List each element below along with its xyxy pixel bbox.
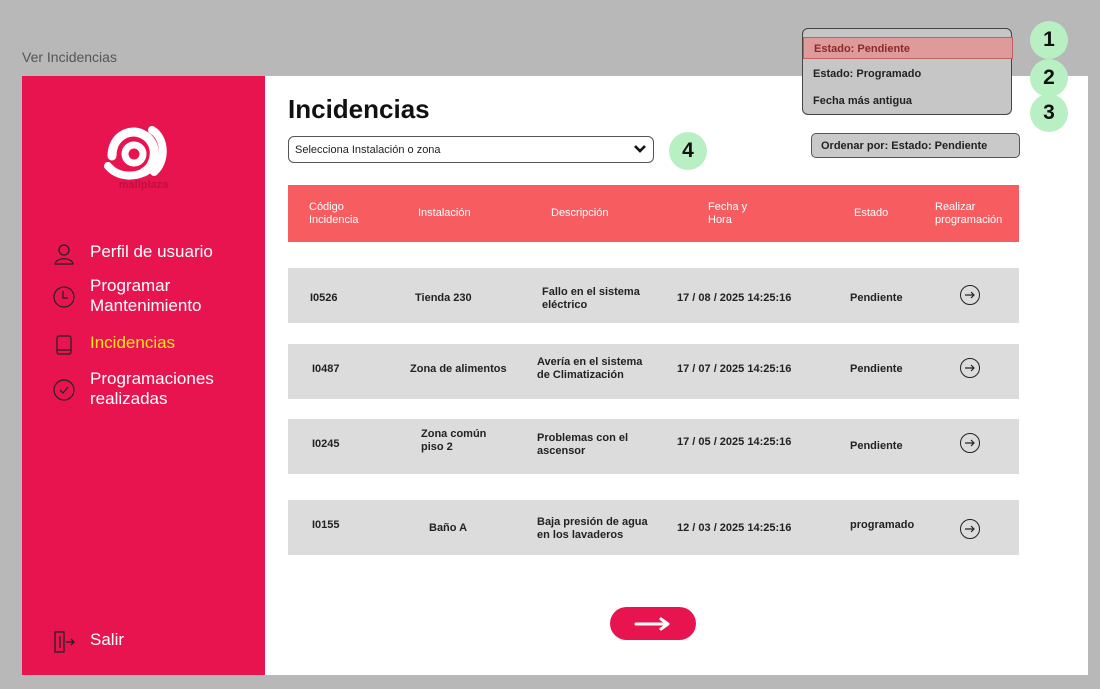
schedule-arrow-button[interactable] xyxy=(960,358,980,378)
tablet-icon xyxy=(52,333,76,357)
sidebar-item-label: Perfil de usuario xyxy=(90,242,213,261)
user-icon xyxy=(52,242,76,266)
cell-description: Avería en el sistema de Climatización xyxy=(537,356,643,381)
sidebar-item-label: Incidencias xyxy=(90,333,176,352)
next-page-button[interactable] xyxy=(610,607,696,640)
cell-code: I0155 xyxy=(312,519,340,531)
cell-code: I0487 xyxy=(312,363,340,375)
arrow-right-icon xyxy=(634,617,670,630)
sidebar-item-programar[interactable]: Programar Mantenimiento xyxy=(52,276,250,316)
cell-installation: Zona de alimentos xyxy=(410,363,507,375)
cell-datetime: 12 / 03 / 2025 14:25:16 xyxy=(677,522,792,534)
sidebar-item-label: Programar Mantenimiento xyxy=(90,276,202,315)
cell-code: I0526 xyxy=(310,292,338,304)
logout-label: Salir xyxy=(90,630,125,649)
cell-status: Pendiente xyxy=(850,292,903,304)
arrow-right-icon xyxy=(965,291,975,299)
sort-option-fecha[interactable]: Fecha más antigua xyxy=(803,90,1013,112)
table-header: Código Incidencia Instalación Descripció… xyxy=(288,185,1019,242)
cell-datetime: 17 / 05 / 2025 14:25:16 xyxy=(677,436,792,448)
cell-installation: Zona común piso 2 xyxy=(421,428,487,453)
sidebar-item-incidencias[interactable]: Incidencias xyxy=(52,333,175,357)
column-header-programacion: Realizar programación xyxy=(935,201,1003,226)
cell-datetime: 17 / 07 / 2025 14:25:16 xyxy=(677,363,792,375)
sidebar-item-programaciones[interactable]: Programaciones realizadas xyxy=(52,369,250,409)
table-row: I0245 Zona común piso 2 Problemas con el… xyxy=(288,419,1019,474)
clock-icon xyxy=(52,285,76,309)
column-header-estado: Estado xyxy=(854,207,889,219)
schedule-arrow-button[interactable] xyxy=(960,433,980,453)
arrow-right-icon xyxy=(965,525,975,533)
arrow-right-icon xyxy=(965,439,975,447)
cell-datetime: 17 / 08 / 2025 14:25:16 xyxy=(677,292,792,304)
table-row: I0526 Tienda 230 Fallo en el sistema elé… xyxy=(288,268,1019,323)
callout-badge-3: 3 xyxy=(1030,94,1068,132)
column-header-descripcion: Descripción xyxy=(551,207,609,219)
sidebar-item-label: Programaciones realizadas xyxy=(90,369,214,408)
logout-button[interactable]: Salir xyxy=(52,630,124,654)
cell-installation: Tienda 230 xyxy=(415,292,472,304)
window-title: Ver Incidencias xyxy=(22,49,117,65)
logout-icon xyxy=(52,630,76,654)
table-row: I0155 Baño A Baja presión de agua en los… xyxy=(288,500,1019,555)
column-header-codigo: Código Incidencia xyxy=(309,201,359,226)
sidebar-item-perfil[interactable]: Perfil de usuario xyxy=(52,242,213,266)
callout-badge-1: 1 xyxy=(1030,21,1068,59)
sort-option-programado[interactable]: Estado: Programado xyxy=(803,63,1013,85)
cell-description: Baja presión de agua en los lavaderos xyxy=(537,516,648,541)
brand-name: mallplaza xyxy=(118,179,169,191)
schedule-arrow-button[interactable] xyxy=(960,285,980,305)
cell-status: Pendiente xyxy=(850,440,903,452)
column-header-fecha: Fecha y Hora xyxy=(708,201,748,226)
callout-badge-4: 4 xyxy=(669,132,707,170)
sidebar: mallplaza Perfil de usuario Programar Ma… xyxy=(22,76,265,675)
installation-select[interactable]: Selecciona Instalación o zona xyxy=(288,136,654,163)
page-title: Incidencias xyxy=(288,94,430,124)
cell-status: Pendiente xyxy=(850,363,903,375)
check-circle-icon xyxy=(52,378,76,402)
table-row: I0487 Zona de alimentos Avería en el sis… xyxy=(288,344,1019,399)
cell-description: Problemas con el ascensor xyxy=(537,432,629,457)
sort-dropdown-menu: Estado: Pendiente Estado: Programado Fec… xyxy=(802,28,1013,115)
cell-installation: Baño A xyxy=(429,522,468,534)
chevron-down-icon xyxy=(633,143,647,158)
callout-badge-2: 2 xyxy=(1030,59,1068,97)
cell-description: Fallo en el sistema eléctrico xyxy=(542,286,640,311)
installation-select-value: Selecciona Instalación o zona xyxy=(295,144,441,156)
sort-button[interactable]: Ordenar por: Estado: Pendiente xyxy=(811,133,1020,158)
arrow-right-icon xyxy=(965,364,975,372)
sort-option-pendiente[interactable]: Estado: Pendiente xyxy=(803,37,1013,59)
column-header-instalacion: Instalación xyxy=(418,207,471,219)
schedule-arrow-button[interactable] xyxy=(960,519,980,539)
cell-code: I0245 xyxy=(312,438,340,450)
cell-status: programado xyxy=(850,519,915,531)
